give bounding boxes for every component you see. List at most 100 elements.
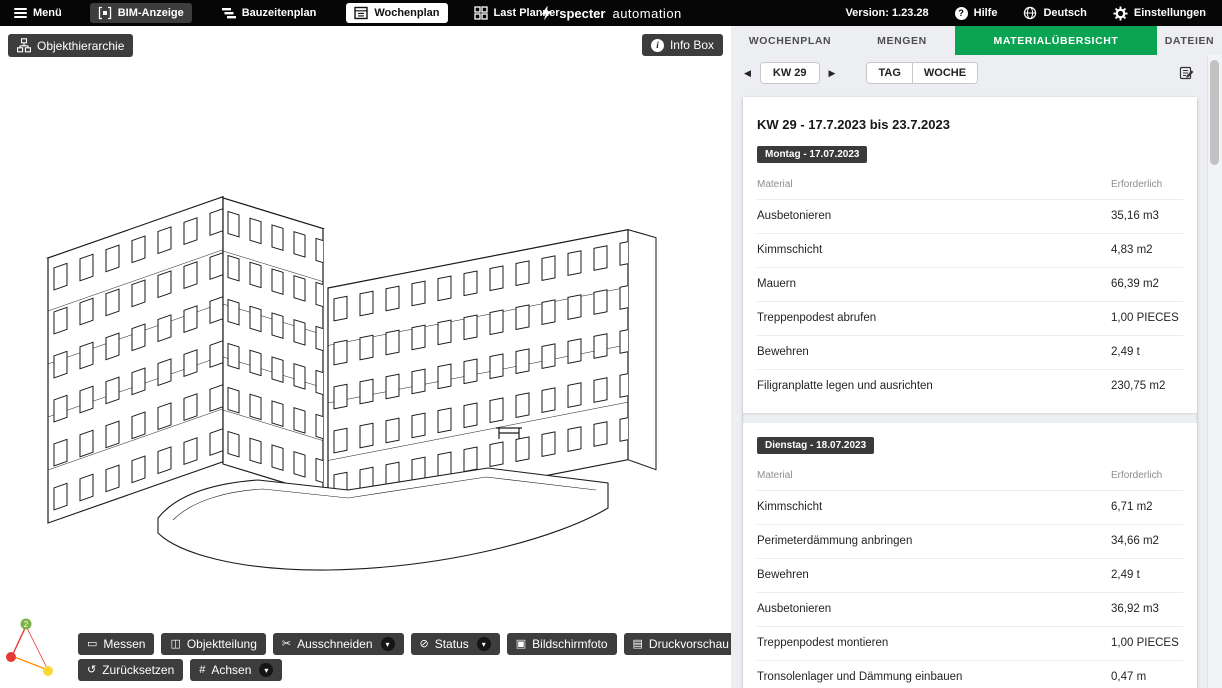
status-button[interactable]: ⊘Status▾ [411,633,500,655]
info-box-label: Info Box [670,38,714,52]
bim-viewport[interactable]: Objekthierarchie i Info Box [0,26,731,688]
column-header: Erforderlich [1111,461,1183,491]
tab-dateien[interactable]: DATEIEN [1157,26,1222,55]
ausschneiden-button[interactable]: ✂Ausschneiden▾ [273,633,404,655]
info-box-button[interactable]: i Info Box [642,34,723,56]
material-row: Bewehren2,49 t [757,336,1183,370]
material-row: Ausbetonieren35,16 m3 [757,200,1183,234]
info-icon: i [651,39,664,52]
material-row: Treppenpodest abrufen1,00 PIECES [757,302,1183,336]
globe-icon [1023,6,1037,20]
nav-label: Wochenplan [374,7,439,19]
material-quantity: 0,47 m [1111,661,1183,688]
day-badge: Dienstag - 18.07.2023 [757,437,874,454]
nav-bim-anzeige[interactable]: BIM-Anzeige [90,3,192,23]
material-quantity: 230,75 m2 [1111,370,1183,404]
week-controls: ◀ KW 29 ▶ TAG WOCHE [731,55,1207,91]
brand-logo: specter automation [540,5,682,21]
toggle-woche[interactable]: WOCHE [913,63,977,83]
language-label: Deutsch [1043,7,1086,19]
panel-scrollbar[interactable] [1207,55,1222,688]
material-row: Kimmschicht4,83 m2 [757,234,1183,268]
svg-text:2: 2 [24,620,29,629]
material-row: Bewehren2,49 t [757,559,1183,593]
column-header: Erforderlich [1111,170,1183,200]
edit-plan-button[interactable] [1177,63,1197,83]
tool-label: Messen [103,637,145,651]
nav-bauzeitenplan[interactable]: Bauzeitenplan [222,6,317,20]
chevron-down-icon[interactable]: ▾ [477,637,491,651]
help-button[interactable]: ? Hilfe [955,7,998,20]
tool-label: Bildschirmfoto [532,637,607,651]
druckvorschau-button[interactable]: ▤Druckvorschau▾ [624,633,731,655]
week-next-button[interactable]: ▶ [826,67,839,80]
nav-wochenplan[interactable]: Wochenplan [346,3,447,23]
material-table: MaterialErforderlichAusbetonieren35,16 m… [757,170,1183,403]
gear-icon [1113,6,1128,21]
material-row: Filigranplatte legen und ausrichten230,7… [757,370,1183,404]
hierarchy-icon [17,38,31,53]
grid-icon [474,6,488,20]
material-overview-scroll[interactable]: KW 29 - 17.7.2023 bis 23.7.2023 Montag -… [731,91,1207,688]
reset-icon: ↺ [87,665,96,676]
chevron-down-icon[interactable]: ▾ [381,637,395,651]
status-icon: ⊘ [420,639,429,650]
week-label-chip[interactable]: KW 29 [760,62,820,84]
help-label: Hilfe [974,7,998,19]
settings-label: Einstellungen [1134,7,1206,19]
material-name: Kimmschicht [757,491,1111,525]
section-gap [743,413,1197,423]
day-week-toggle: TAG WOCHE [866,62,978,84]
week-prev-button[interactable]: ◀ [741,67,754,80]
edit-plan-icon [1179,65,1195,81]
material-name: Mauern [757,268,1111,302]
language-button[interactable]: Deutsch [1023,6,1086,20]
bim-model[interactable] [18,138,708,608]
material-quantity: 66,39 m2 [1111,268,1183,302]
material-name: Treppenpodest abrufen [757,302,1111,336]
bim-view-icon [98,6,112,20]
material-name: Tronsolenlager und Dämmung einbauen [757,661,1111,688]
object-hierarchy-label: Objekthierarchie [37,39,124,53]
tab-materialuebersicht[interactable]: MATERIALÜBERSICHT [955,26,1157,55]
material-quantity: 35,16 m3 [1111,200,1183,234]
material-name: Filigranplatte legen und ausrichten [757,370,1111,404]
top-bar: Menü BIM-Anzeige Bauzeitenplan Wochenpla… [0,0,1222,26]
column-header: Material [757,461,1111,491]
measure-icon: ▭ [87,639,97,650]
tool-label: Achsen [211,663,251,677]
axis-z-handle [43,666,53,676]
chevron-down-icon[interactable]: ▾ [259,663,273,677]
settings-button[interactable]: Einstellungen [1113,6,1206,21]
material-sheet: KW 29 - 17.7.2023 bis 23.7.2023 Montag -… [743,97,1197,688]
bildschirmfoto-button[interactable]: ▣Bildschirmfoto [507,633,617,655]
day-section: Montag - 17.07.2023 MaterialErforderlichA… [757,144,1183,413]
toggle-tag[interactable]: TAG [867,63,912,83]
nav-label: Bauzeitenplan [242,7,317,19]
day-section: Dienstag - 18.07.2023 MaterialErforderlic… [757,435,1183,688]
material-row: Perimeterdämmung anbringen34,66 m2 [757,525,1183,559]
tool-label: Druckvorschau [649,637,729,651]
zurücksetzen-button[interactable]: ↺ Zurücksetzen [78,659,183,681]
material-quantity: 4,83 m2 [1111,234,1183,268]
tool-label: Zurücksetzen [102,663,174,677]
print-preview-icon: ▤ [633,639,643,650]
material-quantity: 2,49 t [1111,559,1183,593]
main-menu-button[interactable]: Menü [14,7,62,19]
axis-gizmo[interactable]: 2 [2,610,62,682]
achsen-button[interactable]: #Achsen▾ [190,659,282,681]
objektteilung-button[interactable]: ◫Objektteilung [161,633,265,655]
material-quantity: 36,92 m3 [1111,593,1183,627]
scrollbar-thumb[interactable] [1210,60,1219,165]
tab-mengen[interactable]: MENGEN [849,26,955,55]
brand-light: automation [612,6,681,21]
viewer-toolbar-row-2: ↺Zurücksetzen#Achsen▾ [78,659,282,681]
material-quantity: 6,71 m2 [1111,491,1183,525]
day-badge: Montag - 17.07.2023 [757,146,867,163]
object-hierarchy-button[interactable]: Objekthierarchie [8,34,133,57]
material-name: Bewehren [757,336,1111,370]
material-quantity: 1,00 PIECES [1111,627,1183,661]
material-name: Bewehren [757,559,1111,593]
tab-wochenplan[interactable]: WOCHENPLAN [731,26,849,55]
messen-button[interactable]: ▭ Messen [78,633,154,655]
